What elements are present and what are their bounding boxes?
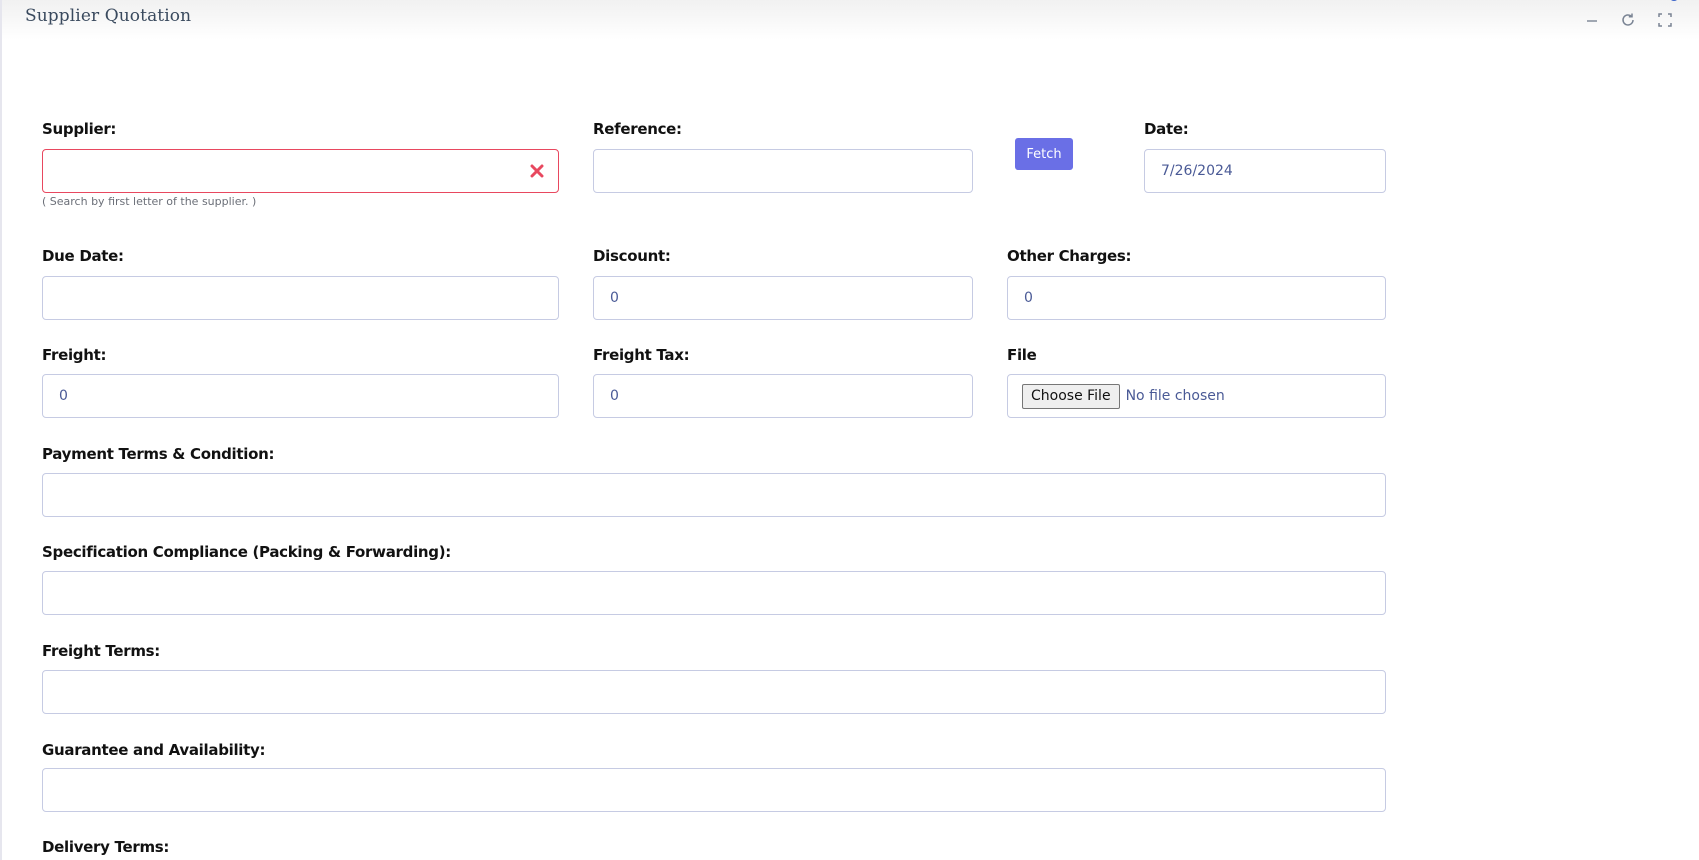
spec-compliance-label: Specification Compliance (Packing & Forw… [42, 543, 451, 561]
discount-label: Discount: [593, 247, 671, 265]
refresh-button[interactable] [1618, 10, 1638, 30]
supplier-input[interactable] [59, 163, 542, 179]
clear-supplier-button[interactable] [528, 162, 546, 180]
fullscreen-icon [1658, 13, 1672, 27]
fullscreen-button[interactable] [1655, 10, 1675, 30]
reference-field[interactable] [593, 149, 973, 193]
close-icon [530, 164, 544, 178]
guarantee-field[interactable] [42, 768, 1386, 812]
minimize-icon [1587, 20, 1597, 22]
supplier-field[interactable] [42, 149, 559, 193]
date-input[interactable] [1161, 163, 1369, 179]
freight-terms-field[interactable] [42, 670, 1386, 714]
guarantee-input[interactable] [59, 782, 1369, 798]
freight-field[interactable] [42, 374, 559, 418]
payment-terms-label: Payment Terms & Condition: [42, 445, 275, 463]
spec-compliance-input[interactable] [59, 585, 1369, 601]
due-date-field[interactable] [42, 276, 559, 320]
spec-compliance-field[interactable] [42, 571, 1386, 615]
due-date-label: Due Date: [42, 247, 124, 265]
other-charges-label: Other Charges: [1007, 247, 1132, 265]
reference-label: Reference: [593, 120, 682, 138]
due-date-input[interactable] [59, 290, 542, 306]
file-field[interactable]: Choose File No file chosen [1007, 374, 1386, 418]
choose-file-button[interactable]: Choose File [1022, 383, 1120, 409]
delivery-terms-label: Delivery Terms: [42, 838, 170, 856]
discount-input[interactable] [610, 290, 956, 306]
left-edge-border [0, 0, 2, 860]
freight-tax-input[interactable] [610, 388, 956, 404]
other-charges-field[interactable] [1007, 276, 1386, 320]
corner-indicator [1669, 0, 1679, 1]
file-label: File [1007, 346, 1037, 364]
reference-input[interactable] [610, 163, 956, 179]
supplier-label: Supplier: [42, 120, 117, 138]
window-header: Supplier Quotation [2, 0, 1699, 40]
freight-terms-label: Freight Terms: [42, 642, 160, 660]
freight-tax-field[interactable] [593, 374, 973, 418]
payment-terms-input[interactable] [59, 487, 1369, 503]
freight-terms-input[interactable] [59, 684, 1369, 700]
date-label: Date: [1144, 120, 1189, 138]
freight-input[interactable] [59, 388, 542, 404]
refresh-icon [1622, 13, 1634, 26]
discount-field[interactable] [593, 276, 973, 320]
window-title: Supplier Quotation [25, 6, 192, 26]
payment-terms-field[interactable] [42, 473, 1386, 517]
minimize-button[interactable] [1582, 10, 1602, 30]
date-field[interactable] [1144, 149, 1386, 193]
guarantee-label: Guarantee and Availability: [42, 741, 266, 759]
file-status: No file chosen [1125, 388, 1225, 404]
freight-tax-label: Freight Tax: [593, 346, 690, 364]
other-charges-input[interactable] [1024, 290, 1369, 306]
fetch-button[interactable]: Fetch [1015, 138, 1073, 170]
freight-label: Freight: [42, 346, 107, 364]
supplier-hint: ( Search by first letter of the supplier… [42, 195, 257, 208]
